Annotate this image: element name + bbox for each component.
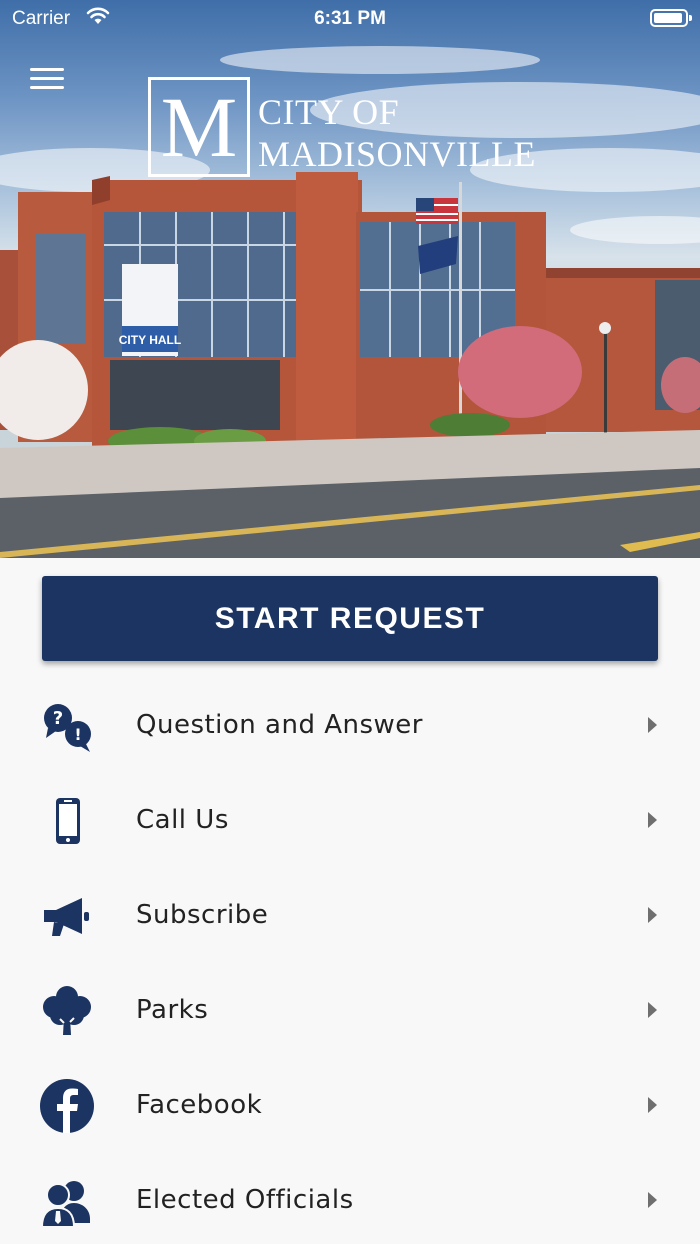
status-time: 6:31 PM	[314, 8, 386, 29]
menu-item-label: Elected Officials	[136, 1185, 354, 1215]
megaphone-icon	[44, 898, 89, 936]
menu-item-elected-officials[interactable]: Elected Officials	[0, 1153, 700, 1244]
menu-list: ? ! Question and Answer Call Us Subscrib…	[0, 678, 700, 1244]
tree-icon	[43, 986, 91, 1035]
officials-icon	[40, 1181, 90, 1228]
menu-item-label: Call Us	[136, 805, 229, 835]
svg-text:!: !	[74, 725, 81, 744]
start-request-button[interactable]: START REQUEST	[42, 576, 658, 661]
battery-icon	[650, 9, 692, 27]
menu-item-parks[interactable]: Parks	[0, 963, 700, 1058]
menu-item-call-us[interactable]: Call Us	[0, 773, 700, 868]
menu-item-label: Subscribe	[136, 900, 269, 930]
svg-text:?: ?	[53, 708, 63, 729]
svg-text:CITY HALL: CITY HALL	[119, 333, 181, 347]
logo-line-1: CITY OF	[258, 92, 400, 132]
question-answer-icon: ? !	[44, 704, 91, 752]
chevron-right-icon	[648, 1192, 657, 1208]
menu-item-label: Question and Answer	[136, 710, 423, 740]
logo-line-2: MADISONVILLE	[258, 134, 536, 174]
status-bar: Carrier 6:31 PM	[0, 0, 700, 36]
chevron-right-icon	[648, 812, 657, 828]
city-hall-photo: CITY HALL	[0, 46, 700, 558]
hamburger-menu-icon[interactable]	[30, 68, 64, 94]
menu-item-facebook[interactable]: Facebook	[0, 1058, 700, 1153]
chevron-right-icon	[648, 1002, 657, 1018]
chevron-right-icon	[648, 717, 657, 733]
chevron-right-icon	[648, 907, 657, 923]
menu-item-question-answer[interactable]: ? ! Question and Answer	[0, 678, 700, 773]
menu-item-subscribe[interactable]: Subscribe	[0, 868, 700, 963]
facebook-icon	[40, 1079, 94, 1133]
phone-icon	[56, 798, 80, 844]
menu-item-label: Parks	[136, 995, 209, 1025]
logo-letter: M	[148, 77, 250, 177]
chevron-right-icon	[648, 1097, 657, 1113]
menu-item-label: Facebook	[136, 1090, 263, 1120]
hero-banner: CITY HALL Carrier 6:31 PM M CITY OF MADI…	[0, 0, 700, 558]
